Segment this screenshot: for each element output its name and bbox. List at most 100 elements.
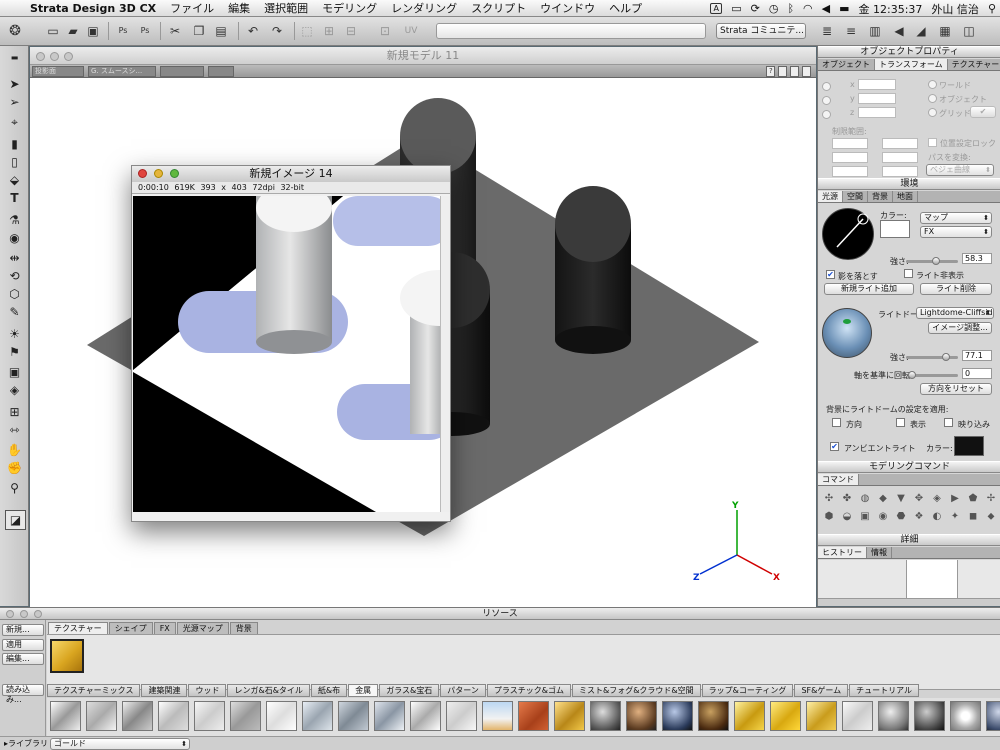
apply-display-checkbox[interactable] <box>896 418 905 427</box>
command-icon-18[interactable]: ✦ <box>950 512 960 522</box>
radio-object[interactable] <box>928 94 937 103</box>
command-icon-11[interactable]: ⬢ <box>824 512 834 522</box>
swatch-19[interactable] <box>698 701 729 731</box>
hide-light-checkbox[interactable] <box>904 269 913 278</box>
minimize-icon[interactable] <box>50 52 59 61</box>
swatch-18[interactable] <box>662 701 693 731</box>
time-machine-icon[interactable]: ◷ <box>769 2 779 15</box>
apply-check-button[interactable]: ✔ <box>970 106 996 118</box>
command-icon-17[interactable]: ◐ <box>932 512 942 522</box>
modeling-commands-header[interactable]: モデリングコマンド <box>818 461 1000 473</box>
camera-select[interactable] <box>160 66 204 77</box>
palette-icon-6[interactable]: ▦ <box>936 22 954 40</box>
intensity-input[interactable]: 58.3 <box>962 253 992 264</box>
model-window-titlebar[interactable]: 新規モデル 11 <box>30 47 816 65</box>
orbit-tool-icon[interactable]: ✊ <box>5 460 24 476</box>
tab-info[interactable]: 情報 <box>867 547 892 558</box>
apply-resource-button[interactable]: 適用 <box>2 639 44 651</box>
command-icon-6[interactable]: ✥ <box>914 494 924 504</box>
ambient-light-checkbox[interactable]: ✔ <box>830 442 839 451</box>
limit-max-input-3[interactable] <box>882 166 918 177</box>
gold-library-select[interactable]: ゴールド <box>50 738 190 750</box>
paste-icon[interactable]: ▤ <box>212 22 230 40</box>
image-window[interactable]: 新規イメージ 14 0:00:10 619K 393 x 403 72dpi 3… <box>131 165 451 522</box>
render-region-tool-icon[interactable]: ◪ <box>5 510 26 530</box>
zoom-icon[interactable] <box>34 610 42 618</box>
lightdome-handle-icon[interactable] <box>843 319 851 324</box>
menu-file[interactable]: ファイル <box>170 0 214 16</box>
command-icon-10[interactable]: ✢ <box>986 494 996 504</box>
category-texture-mix[interactable]: テクスチャーミックス <box>47 684 141 697</box>
image-scrollbar[interactable] <box>440 196 450 512</box>
undo-icon[interactable]: ↶ <box>244 22 262 40</box>
limit-min-input-3[interactable] <box>832 166 868 177</box>
command-icon-9[interactable]: ⬟ <box>968 494 978 504</box>
limit-min-input-1[interactable] <box>832 138 868 149</box>
close-icon[interactable] <box>36 52 45 61</box>
category-mist-fog-cloud[interactable]: ミスト&フォグ&クラウド&空間 <box>571 684 701 697</box>
swatch-4[interactable] <box>158 701 189 731</box>
menu-edit[interactable]: 編集 <box>228 0 250 16</box>
command-icon-13[interactable]: ▣ <box>860 512 870 522</box>
swatch-22[interactable] <box>806 701 837 731</box>
add-light-button[interactable]: 新規ライト追加 <box>824 283 914 295</box>
tab-background[interactable]: 背景 <box>868 191 893 202</box>
paint-tool-icon[interactable]: ⬙ <box>5 172 24 188</box>
position-y-input[interactable] <box>858 93 896 104</box>
move-tool-icon[interactable]: ⇹ <box>5 250 24 266</box>
tab-shapes[interactable]: シェイプ <box>108 622 153 634</box>
swatch-8[interactable] <box>302 701 333 731</box>
menu-modeling[interactable]: モデリング <box>322 0 377 16</box>
radio-grid[interactable] <box>928 108 937 117</box>
select-shape-icon[interactable]: ➢ <box>5 94 24 110</box>
delete-light-button[interactable]: ライト削除 <box>920 283 992 295</box>
swatch-1[interactable] <box>50 701 81 731</box>
command-icon-14[interactable]: ◉ <box>878 512 888 522</box>
gold-texture-thumbnail[interactable] <box>50 639 84 673</box>
reset-direction-button[interactable]: 方向をリセット <box>920 383 992 395</box>
lock-checkbox[interactable] <box>928 138 937 147</box>
dome-intensity-input[interactable]: 77.1 <box>962 350 992 361</box>
dome-intensity-slider[interactable] <box>906 356 958 359</box>
measure-tool-icon[interactable]: ⇿ <box>5 422 24 438</box>
new-resource-button[interactable]: 新規... <box>2 624 44 636</box>
edit-resource-button[interactable]: 編集... <box>2 653 44 665</box>
category-paper-cloth[interactable]: 紙&布 <box>310 684 348 697</box>
palette-icon-2[interactable]: ≡ <box>842 22 860 40</box>
close-icon[interactable] <box>138 169 147 178</box>
light-tool-icon[interactable]: ☀ <box>5 326 24 342</box>
intensity-slider-knob[interactable] <box>932 257 941 265</box>
path-select[interactable]: ベジェ曲線 <box>926 164 994 176</box>
swatch-5[interactable] <box>194 701 225 731</box>
open-folder-icon[interactable]: ▰ <box>64 22 82 40</box>
apply-direction-checkbox[interactable] <box>832 418 841 427</box>
palette-icon-1[interactable]: ≣ <box>818 22 836 40</box>
swatch-25[interactable] <box>914 701 945 731</box>
hand-tool-icon[interactable]: ✋ <box>5 442 24 458</box>
swatch-17[interactable] <box>626 701 657 731</box>
transform-radio-1[interactable] <box>822 82 831 91</box>
transform-radio-2[interactable] <box>822 96 831 105</box>
rotate-tool-icon[interactable]: ⟲ <box>5 268 24 284</box>
category-architecture[interactable]: 建築関連 <box>141 684 188 697</box>
category-plastic-rubber[interactable]: プラスチック&ゴム <box>486 684 571 697</box>
command-icon-1[interactable]: ✣ <box>824 494 834 504</box>
tab-backgrounds[interactable]: 背景 <box>229 622 258 634</box>
split-view-icon-1[interactable] <box>778 66 787 77</box>
app-menu[interactable]: Strata Design 3D CX <box>30 2 156 15</box>
command-icon-5[interactable]: ▼ <box>896 494 906 504</box>
lightdome-preview[interactable] <box>822 308 872 358</box>
category-glass-gem[interactable]: ガラス&宝石 <box>379 684 440 697</box>
command-icon-12[interactable]: ◒ <box>842 512 852 522</box>
rotate-slider[interactable] <box>910 374 958 377</box>
community-select[interactable]: Strata コミュニテ... <box>716 23 806 39</box>
render-icon[interactable]: ❂ <box>6 22 24 40</box>
command-icon-16[interactable]: ❖ <box>914 512 924 522</box>
tab-ground[interactable]: 地面 <box>893 191 918 202</box>
tab-light[interactable]: 光源 <box>818 191 843 202</box>
photoshop-export-icon[interactable]: Ps <box>114 22 132 40</box>
command-icon-15[interactable]: ⬣ <box>896 512 906 522</box>
swatch-12[interactable] <box>446 701 477 731</box>
box-tool-icon[interactable]: ▯ <box>5 154 24 170</box>
lightdome-select[interactable]: Lightdome-Cliffside <box>916 307 994 319</box>
